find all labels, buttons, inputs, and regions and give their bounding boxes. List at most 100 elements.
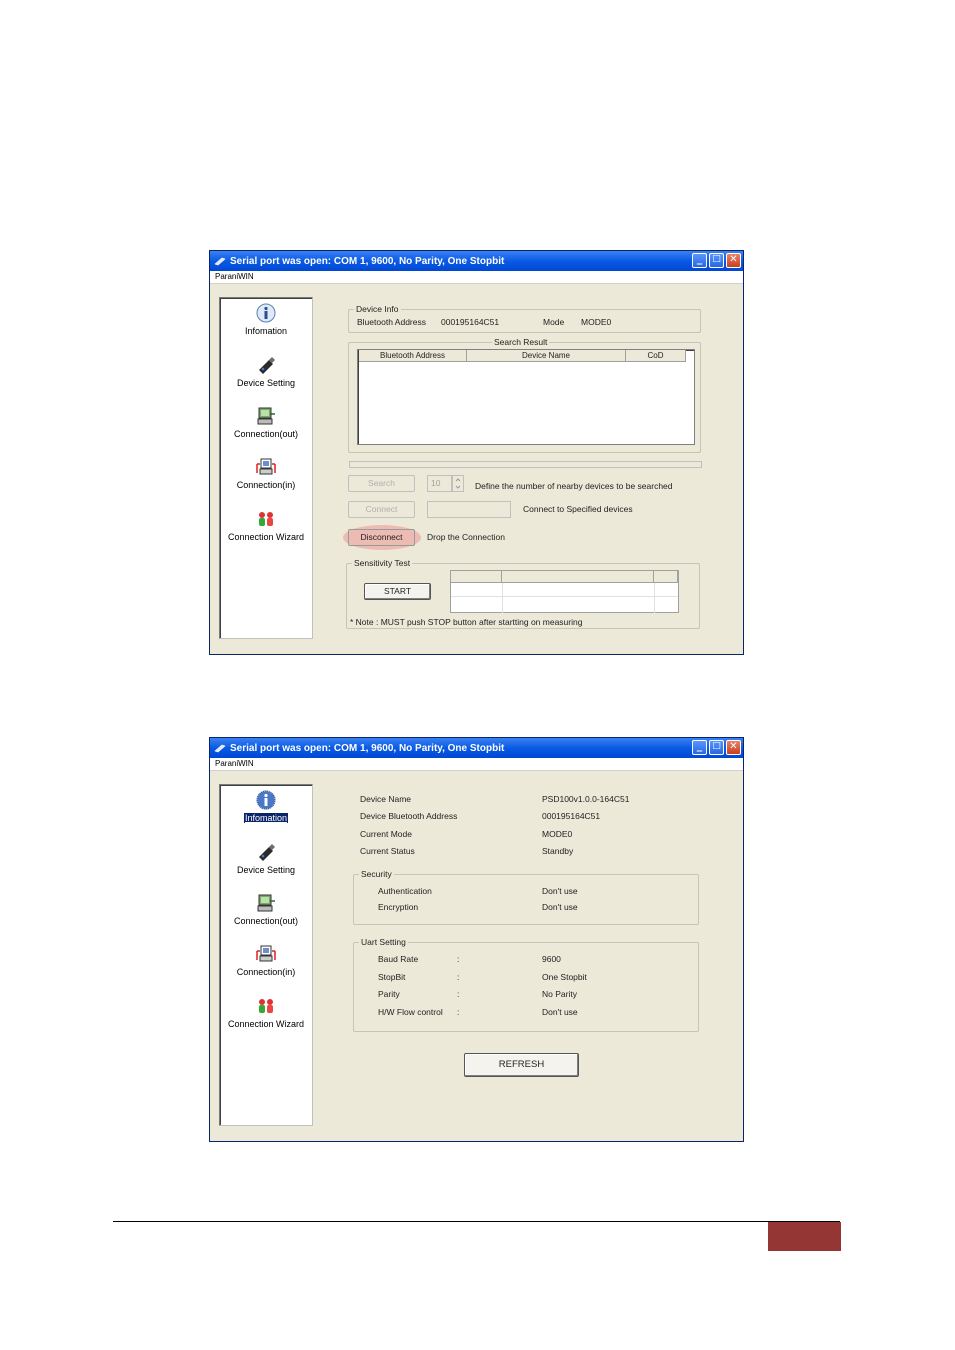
sidebar-item-connection-wizard[interactable]: Connection Wizard — [220, 995, 312, 1029]
uart-label-parity: Parity — [378, 989, 400, 999]
maximize-icon: □ — [712, 741, 721, 751]
title-bar[interactable]: Serial port was open: COM 1, 9600, No Pa… — [210, 738, 743, 758]
bt-address-label: Bluetooth Address — [357, 317, 426, 327]
sidebar-item-information[interactable]: Infomation — [220, 302, 312, 336]
sidebar-item-label: Infomation — [244, 326, 288, 336]
info-value-device-name: PSD100v1.0.0-164C51 — [542, 794, 630, 804]
computer-in-icon — [256, 945, 276, 962]
minimize-button[interactable]: _ — [692, 252, 707, 268]
bluetooth-dongle-icon — [259, 844, 275, 861]
sidebar-item-device-setting[interactable]: Device Setting — [220, 354, 312, 388]
uart-separator: : — [457, 1007, 460, 1017]
computer-in-icon — [256, 458, 276, 475]
close-icon: ✕ — [729, 741, 738, 752]
menu-bar[interactable]: ParaniWIN — [210, 271, 743, 284]
connect-target-input[interactable] — [427, 501, 511, 518]
uart-value-baud-rate: 9600 — [542, 954, 561, 964]
info-label-device-name: Device Name — [360, 794, 412, 804]
uart-label-stopbit: StopBit — [378, 972, 406, 982]
info-value-bt-address: 000195164C51 — [542, 811, 601, 821]
disconnect-button[interactable]: Disconnect — [348, 529, 415, 546]
title-bar[interactable]: Serial port was open: COM 1, 9600, No Pa… — [210, 251, 743, 271]
sidebar-item-device-setting[interactable]: Device Setting — [220, 841, 312, 875]
search-count-input[interactable]: 10 — [427, 475, 452, 492]
close-button[interactable]: ✕ — [726, 740, 741, 755]
menu-bar[interactable]: ParaniWIN — [210, 758, 743, 771]
device-info-legend: Device Info — [354, 304, 401, 314]
sidebar-item-label: Device Setting — [236, 865, 296, 875]
uart-separator: : — [457, 972, 460, 982]
sidebar-item-label: Connection(out) — [233, 429, 299, 439]
maximize-button[interactable]: □ — [709, 253, 724, 268]
security-group: Security — [353, 869, 699, 925]
search-count-spinner[interactable] — [452, 475, 464, 492]
uart-separator: : — [457, 954, 460, 964]
uart-label-baud-rate: Baud Rate — [378, 954, 419, 964]
maximize-icon: □ — [712, 254, 721, 264]
sensitivity-column — [654, 571, 678, 583]
uart-value-flow-control: Don't use — [542, 1007, 578, 1017]
close-icon: ✕ — [729, 254, 738, 265]
disconnect-description: Drop the Connection — [427, 532, 505, 542]
paraniwin-window-information: Serial port was open: COM 1, 9600, No Pa… — [209, 737, 744, 1142]
info-label-bt-address: Device Bluetooth Address — [360, 811, 458, 821]
close-button[interactable]: ✕ — [726, 253, 741, 268]
info-icon — [256, 303, 276, 323]
app-icon — [214, 744, 226, 753]
minimize-icon: _ — [696, 252, 703, 265]
maximize-button[interactable]: □ — [709, 740, 724, 755]
column-bluetooth-address[interactable]: Bluetooth Address — [359, 350, 467, 362]
sidebar-item-connection-wizard[interactable]: Connection Wizard — [220, 508, 312, 542]
sidebar-item-label: Device Setting — [236, 378, 296, 388]
sidebar-item-connection-out[interactable]: Connection(out) — [220, 405, 312, 439]
search-result-legend: Search Result — [492, 337, 550, 347]
sidebar-item-information[interactable]: Infomation — [220, 789, 312, 823]
refresh-button[interactable]: REFRESH — [464, 1053, 579, 1077]
computer-out-icon — [257, 894, 275, 912]
connect-button[interactable]: Connect — [348, 501, 415, 518]
info-label-current-status: Current Status — [360, 846, 415, 856]
security-value-encryption: Don't use — [542, 902, 578, 912]
uart-value-stopbit: One Stopbit — [542, 972, 587, 982]
info-icon — [256, 790, 276, 810]
info-value-current-mode: MODE0 — [542, 829, 573, 839]
column-device-name[interactable]: Device Name — [467, 350, 626, 362]
sidebar-item-label: Connection(in) — [236, 480, 296, 490]
bluetooth-dongle-icon — [259, 357, 275, 374]
window-title: Serial port was open: COM 1, 9600, No Pa… — [230, 742, 505, 754]
sensitivity-column — [502, 571, 654, 583]
uart-value-parity: No Parity — [542, 989, 577, 999]
progress-bar — [349, 461, 702, 468]
search-result-list[interactable]: Bluetooth Address Device Name CoD — [357, 349, 695, 445]
sidebar-item-label: Infomation — [243, 813, 289, 823]
search-button[interactable]: Search — [348, 475, 415, 492]
window-title: Serial port was open: COM 1, 9600, No Pa… — [230, 255, 505, 267]
menu-paraniwin[interactable]: ParaniWIN — [215, 272, 254, 281]
footer-rule — [113, 1221, 840, 1222]
connect-description: Connect to Specified devices — [523, 504, 633, 514]
sidebar-item-label: Connection(in) — [236, 967, 296, 977]
menu-paraniwin[interactable]: ParaniWIN — [215, 759, 254, 768]
paraniwin-window-connection: Serial port was open: COM 1, 9600, No Pa… — [209, 250, 744, 655]
minimize-button[interactable]: _ — [692, 739, 707, 755]
computer-out-icon — [257, 407, 275, 425]
sensitivity-note: * Note : MUST push STOP button after sta… — [350, 617, 583, 627]
sensitivity-result-table[interactable] — [450, 570, 679, 613]
sidebar-item-connection-in[interactable]: Connection(in) — [220, 943, 312, 977]
column-cod[interactable]: CoD — [626, 350, 686, 362]
sidebar-item-label: Connection Wizard — [227, 532, 305, 542]
sensitivity-test-legend: Sensitivity Test — [352, 558, 413, 568]
info-label-current-mode: Current Mode — [360, 829, 412, 839]
security-label-authentication: Authentication — [378, 886, 432, 896]
security-value-authentication: Don't use — [542, 886, 578, 896]
people-wizard-icon — [259, 512, 273, 526]
sidebar-item-connection-out[interactable]: Connection(out) — [220, 892, 312, 926]
bt-address-value: 000195164C51 — [441, 317, 500, 327]
start-button[interactable]: START — [364, 583, 431, 600]
sidebar-item-connection-in[interactable]: Connection(in) — [220, 456, 312, 490]
people-wizard-icon — [259, 999, 273, 1013]
security-label-encryption: Encryption — [378, 902, 419, 912]
uart-separator: : — [457, 989, 460, 999]
info-value-current-status: Standby — [542, 846, 574, 856]
footer-page-box — [768, 1222, 841, 1251]
